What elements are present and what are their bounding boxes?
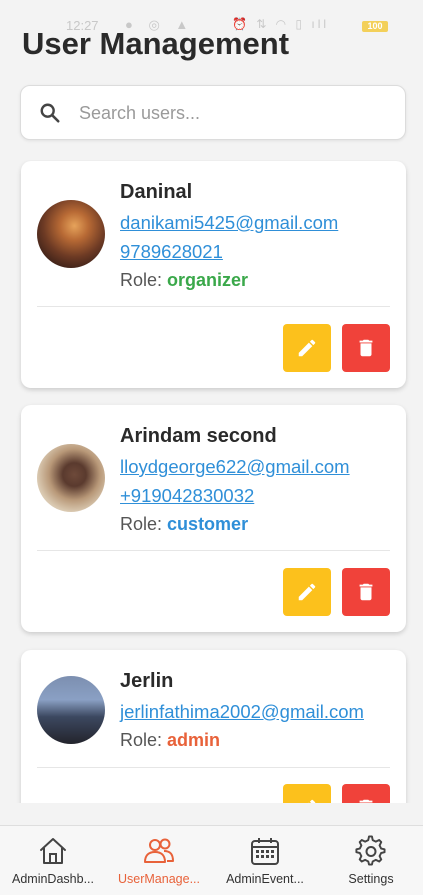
nav-tab-admin-events[interactable]: AdminEvent... xyxy=(212,826,318,895)
delete-button[interactable] xyxy=(342,784,390,803)
trash-icon xyxy=(359,799,373,803)
user-email-link[interactable]: danikami5425@gmail.com xyxy=(120,210,338,239)
edit-button[interactable] xyxy=(283,568,331,616)
divider xyxy=(37,767,390,768)
user-role: Role: customer xyxy=(120,512,350,540)
user-email-link[interactable]: lloydgeorge622@gmail.com xyxy=(120,454,350,483)
nav-tab-settings[interactable]: Settings xyxy=(318,826,423,895)
user-name: Arindam second xyxy=(120,425,277,447)
role-value: customer xyxy=(167,514,249,534)
role-value: organizer xyxy=(167,270,249,290)
nav-label: UserManage... xyxy=(118,872,200,886)
search-input[interactable] xyxy=(79,96,389,130)
calendar-icon xyxy=(251,838,279,865)
gear-icon xyxy=(355,835,386,866)
avatar xyxy=(37,200,105,268)
user-management-screen: 12:27 ● ◎ ▲ ⏰ ⇅ ◠ ▯ ıll 100 User Managem… xyxy=(0,0,423,895)
home-icon xyxy=(40,838,66,864)
user-email-link[interactable]: jerlinfathima2002@gmail.com xyxy=(120,699,364,728)
user-phone-link[interactable]: 9789628021 xyxy=(120,239,338,268)
user-role: Role: organizer xyxy=(120,268,338,296)
trash-icon xyxy=(359,583,373,601)
user-name: Jerlin xyxy=(120,670,174,692)
nav-tab-user-management[interactable]: UserManage... xyxy=(106,826,212,895)
nav-tab-admin-dashboard[interactable]: AdminDashb... xyxy=(0,826,106,895)
user-list[interactable]: Daninal danikami5425@gmail.com 978962802… xyxy=(0,160,423,803)
divider xyxy=(37,306,390,307)
delete-button[interactable] xyxy=(342,568,390,616)
divider xyxy=(37,550,390,551)
user-phone-link[interactable]: +919042830032 xyxy=(120,483,350,512)
user-card: Jerlin jerlinfathima2002@gmail.com Role:… xyxy=(21,650,406,803)
pencil-icon xyxy=(308,799,316,803)
role-value: admin xyxy=(167,730,221,750)
user-name: Daninal xyxy=(120,181,193,203)
user-info: Daninal danikami5425@gmail.com 978962802… xyxy=(120,181,338,296)
users-icon xyxy=(144,838,174,863)
search-icon xyxy=(40,103,60,123)
user-role: Role: admin xyxy=(120,728,364,756)
delete-button[interactable] xyxy=(342,324,390,372)
pencil-icon xyxy=(298,583,316,601)
trash-icon xyxy=(359,339,373,357)
user-card: Arindam second lloydgeorge622@gmail.com … xyxy=(21,405,406,632)
user-info: Jerlin jerlinfathima2002@gmail.com Role:… xyxy=(120,670,364,756)
role-label: Role: xyxy=(120,514,163,534)
user-card: Daninal danikami5425@gmail.com 978962802… xyxy=(21,161,406,388)
battery-icon: 100 xyxy=(362,21,388,32)
role-label: Role: xyxy=(120,730,163,750)
search-bar[interactable] xyxy=(20,85,406,140)
pencil-icon xyxy=(298,339,316,357)
role-label: Role: xyxy=(120,270,163,290)
edit-button[interactable] xyxy=(283,784,331,803)
nav-label: Settings xyxy=(348,872,394,886)
avatar xyxy=(37,444,105,512)
user-info: Arindam second lloydgeorge622@gmail.com … xyxy=(120,425,350,540)
nav-label: AdminDashb... xyxy=(12,872,94,886)
nav-label: AdminEvent... xyxy=(226,872,304,886)
bottom-nav: AdminDashb... UserManage... AdminEvent..… xyxy=(0,825,423,895)
avatar xyxy=(37,676,105,744)
page-title: User Management xyxy=(22,26,290,61)
edit-button[interactable] xyxy=(283,324,331,372)
